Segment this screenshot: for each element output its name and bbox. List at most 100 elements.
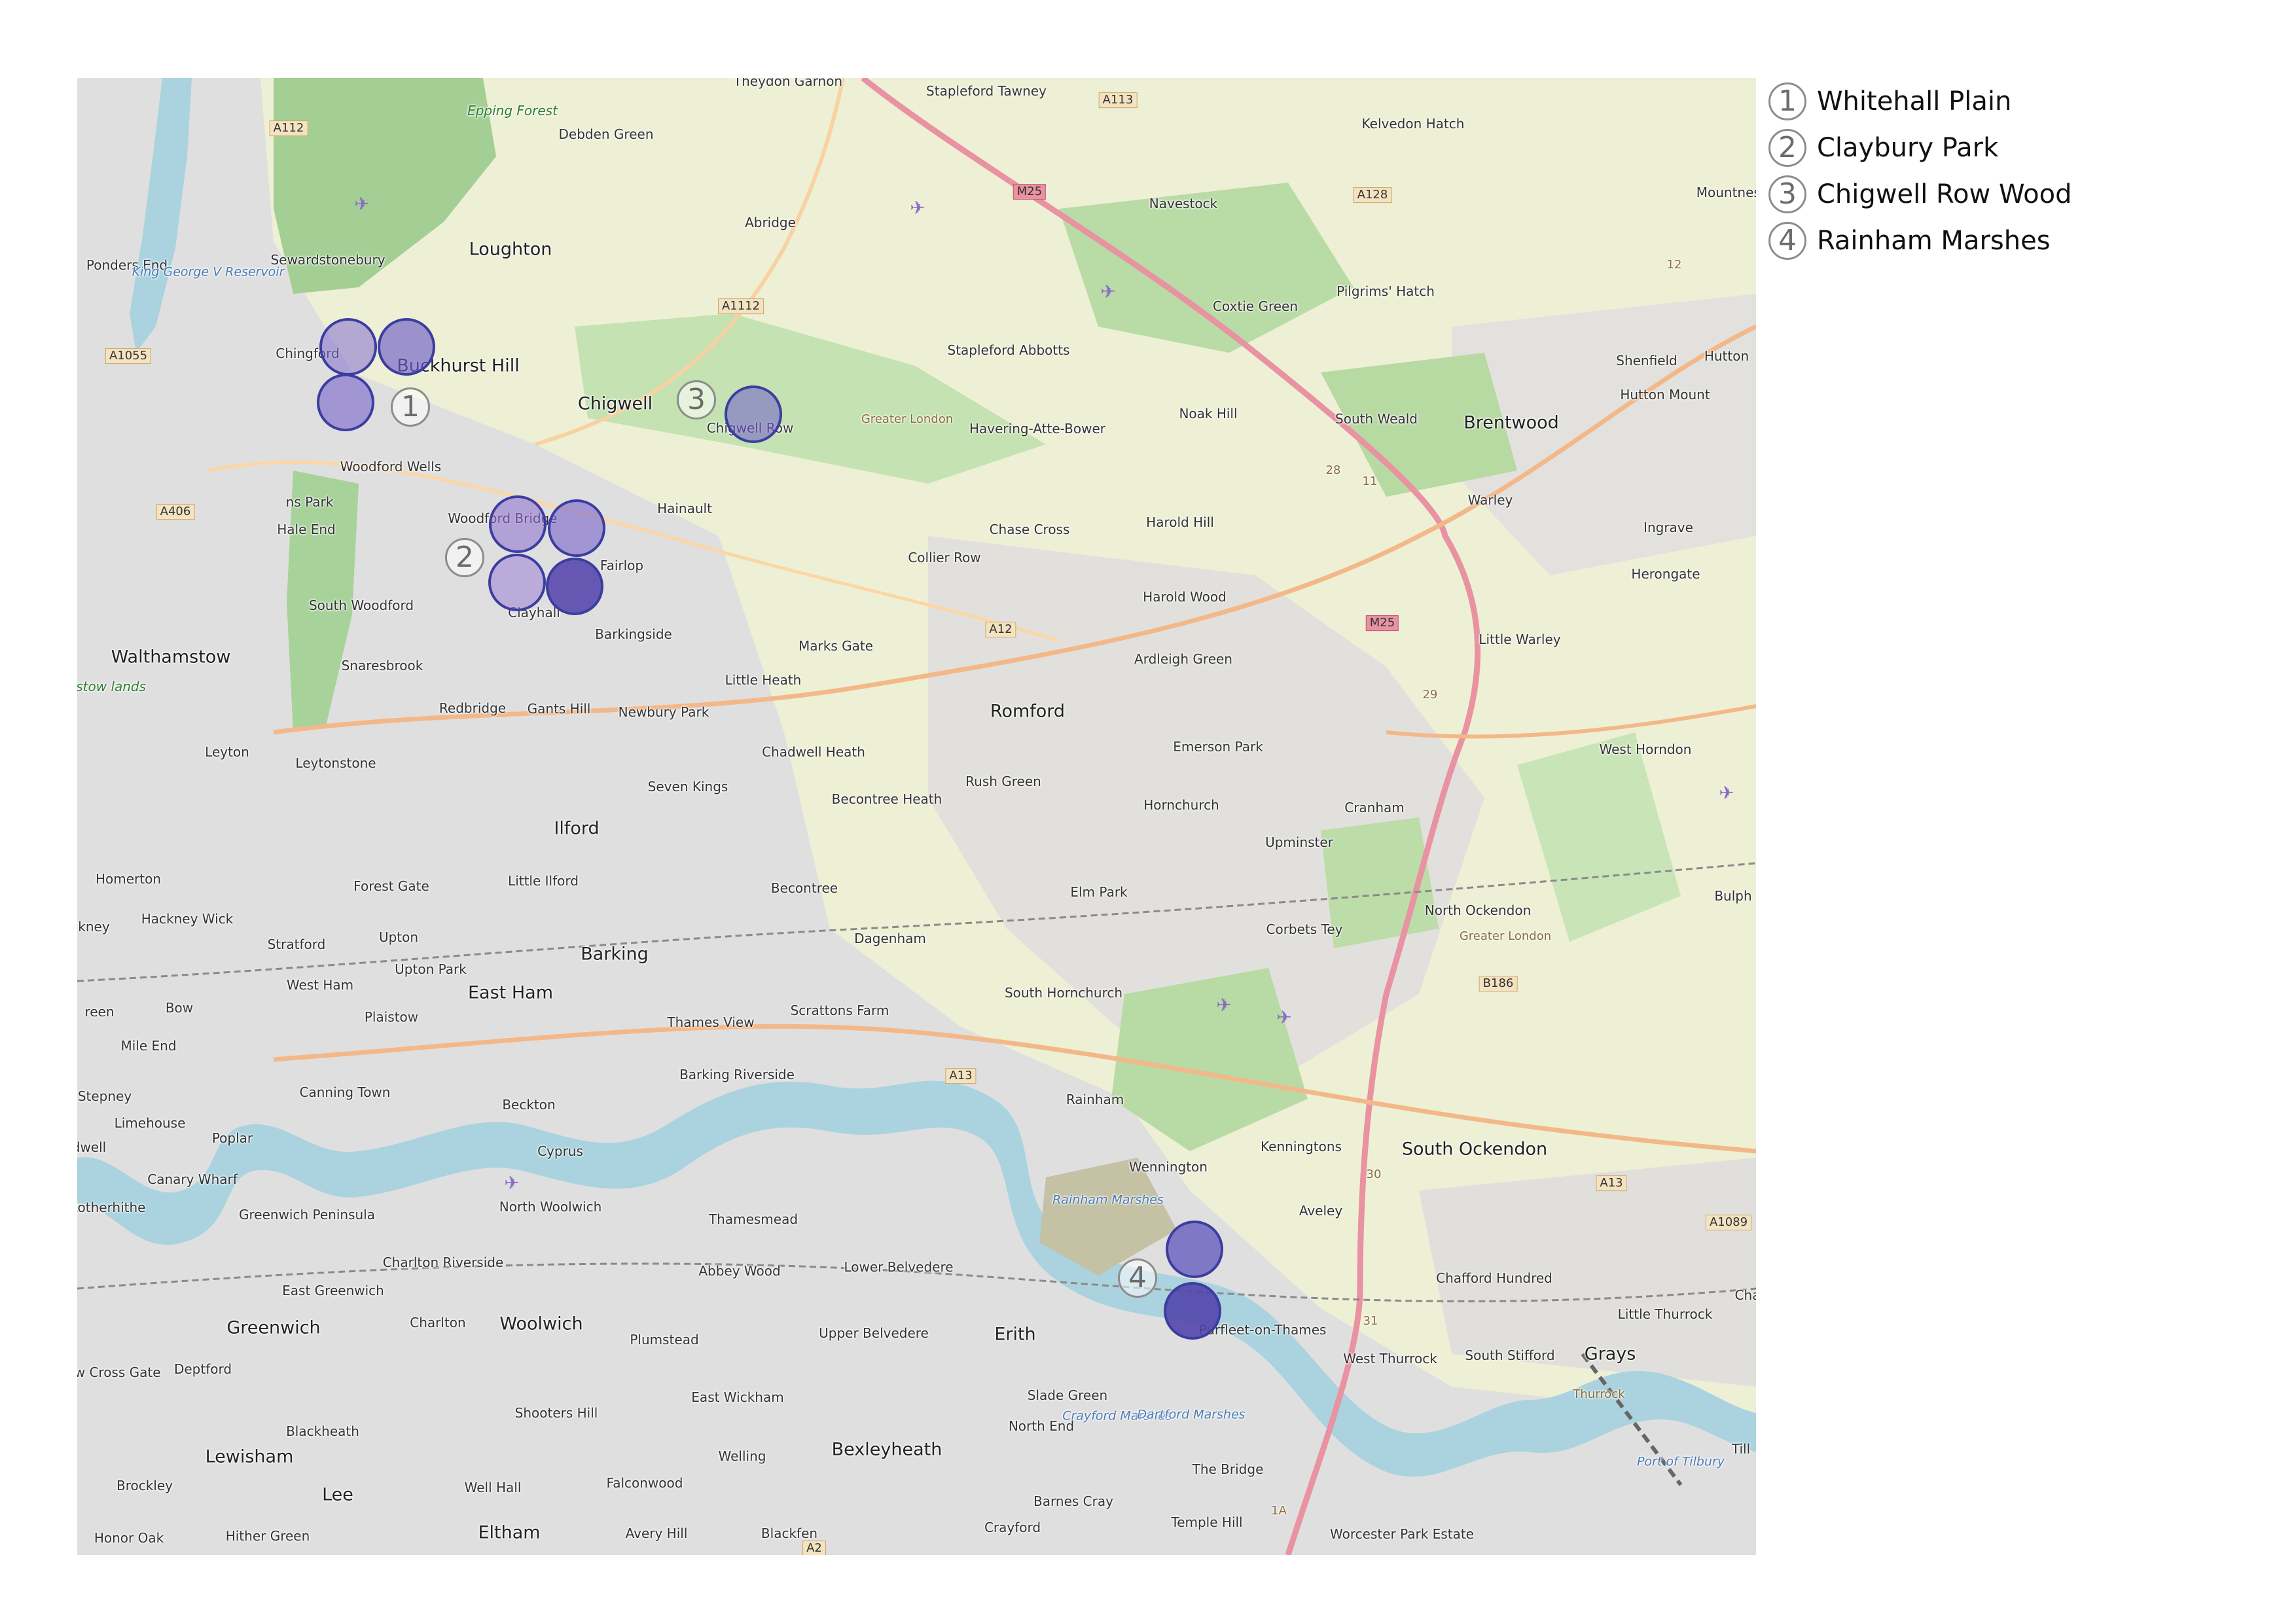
place-label: Canary Wharf [147, 1171, 238, 1187]
place-label: Thamesmead [708, 1211, 798, 1227]
site-marker-2[interactable]: 2 [445, 538, 484, 577]
place-label: Dagenham [854, 931, 926, 946]
survey-site-circle[interactable] [489, 495, 547, 553]
place-label: Hornchurch [1143, 797, 1219, 813]
place-label: Upminster [1265, 834, 1333, 850]
place-label: Port of Tilbury [1636, 1454, 1725, 1469]
junction-label: 1A [1271, 1504, 1287, 1518]
place-label: Greenwich [226, 1317, 321, 1338]
place-label: South Hornchurch [1004, 985, 1123, 1001]
junction-label: 11 [1362, 474, 1378, 488]
place-label: North End [1008, 1418, 1075, 1434]
place-label: Little Ilford [508, 873, 579, 889]
place-label: Seven Kings [647, 779, 728, 794]
place-label: Barking Riverside [679, 1067, 795, 1082]
place-label: Chase Cross [989, 522, 1070, 537]
place-label: reen [84, 1004, 115, 1020]
place-label: East Wickham [691, 1389, 784, 1405]
place-label: Debden Green [558, 126, 654, 142]
road-label: A12 [985, 622, 1016, 637]
survey-site-circle[interactable] [725, 385, 782, 443]
place-label: Charlton Riverside [382, 1255, 504, 1270]
legend-number-4: 4 [1768, 221, 1806, 260]
site-marker-4[interactable]: 4 [1118, 1258, 1157, 1298]
place-label: Pilgrims' Hatch [1336, 283, 1435, 299]
survey-site-circle[interactable] [488, 554, 546, 611]
survey-site-circle[interactable] [548, 499, 605, 557]
place-label: Charlton [410, 1315, 466, 1330]
place-label: Collier Row [908, 550, 981, 565]
place-label: Barking [581, 944, 649, 965]
airfield-icon: ✈ [504, 1172, 520, 1194]
place-label: Lee [322, 1484, 353, 1505]
place-label: Leyton [205, 744, 249, 760]
place-label: Snaresbrook [341, 658, 423, 673]
place-label: Grays [1584, 1344, 1636, 1364]
place-label: Fairlop [600, 558, 644, 573]
site-marker-3[interactable]: 3 [677, 380, 716, 419]
place-label: Corbets Tey [1266, 921, 1343, 937]
place-label: Coxtie Green [1212, 298, 1299, 314]
place-label: East Greenwich [282, 1283, 384, 1298]
place-label: Kelvedon Hatch [1361, 116, 1465, 132]
place-label: Barnes Cray [1033, 1493, 1113, 1509]
survey-site-circle[interactable] [378, 318, 435, 376]
survey-site-circle[interactable] [546, 558, 603, 615]
place-label: South Woodford [308, 597, 414, 613]
site-marker-1[interactable]: 1 [391, 387, 430, 427]
survey-site-circle[interactable] [1166, 1221, 1223, 1278]
place-label: Ardleigh Green [1134, 651, 1232, 667]
place-label: Eltham [478, 1522, 541, 1543]
place-label: Plaistow [364, 1009, 419, 1025]
road-label: A13 [1596, 1175, 1627, 1191]
place-label: Slade Green [1027, 1387, 1108, 1403]
road-label: A112 [269, 120, 308, 136]
airfield-icon: ✈ [1216, 994, 1232, 1016]
place-label: Blackheath [286, 1423, 359, 1439]
place-label: West Horndon [1599, 741, 1692, 757]
place-label: Theydon Garnon [733, 78, 843, 89]
place-label: Newbury Park [618, 704, 709, 720]
map-panel[interactable]: Theydon Garnon Stapleford Tawney Kelvedo… [77, 78, 1756, 1555]
place-label: Honor Oak [94, 1530, 164, 1546]
survey-site-circle[interactable] [317, 374, 374, 431]
place-label: Stratford [267, 936, 326, 952]
place-label: Hither Green [225, 1528, 310, 1544]
place-label: Poplar [211, 1130, 253, 1146]
road-label: A1112 [717, 298, 764, 314]
place-label: North Ockendon [1424, 902, 1532, 918]
place-label: Epping Forest [467, 103, 558, 118]
legend-label: Rainham Marshes [1817, 225, 2051, 256]
place-label: Plumstead [630, 1332, 699, 1347]
place-label: Barkingside [595, 626, 672, 642]
legend-number-3: 3 [1768, 175, 1806, 213]
place-label: Sewardstonebury [270, 252, 386, 268]
survey-site-circle[interactable] [1164, 1282, 1221, 1340]
place-label: Canning Town [299, 1084, 391, 1100]
legend-number-2: 2 [1768, 128, 1806, 167]
place-label: Temple Hill [1171, 1514, 1243, 1530]
place-label: Hainault [657, 501, 712, 516]
place-label: Ilford [554, 818, 600, 839]
place-label: Kenningtons [1261, 1139, 1342, 1154]
place-label: Ingrave [1643, 520, 1693, 535]
place-label: Bulph [1714, 888, 1752, 904]
road-label: A113 [1098, 92, 1138, 108]
road-label: M25 [1013, 184, 1047, 200]
place-label: Little Heath [725, 672, 802, 688]
place-label: Woolwich [499, 1313, 583, 1334]
place-label: Hackney Wick [141, 911, 234, 927]
place-label: Purfleet-on-Thames [1198, 1322, 1327, 1338]
place-label: South Weald [1335, 411, 1418, 427]
junction-label: 12 [1666, 258, 1682, 272]
place-label: Upper Belvedere [819, 1325, 929, 1341]
survey-site-circle[interactable] [319, 318, 377, 376]
airfield-icon: ✈ [1719, 782, 1734, 804]
place-label: Falconwood [606, 1475, 683, 1491]
place-label: Emerson Park [1173, 739, 1263, 755]
legend-number-1: 1 [1768, 82, 1806, 120]
legend-item: 4 Rainham Marshes [1768, 217, 2072, 264]
road-label: A2 [802, 1541, 826, 1555]
place-label: Little Thurrock [1617, 1306, 1713, 1322]
road-label: A1089 [1705, 1215, 1752, 1230]
